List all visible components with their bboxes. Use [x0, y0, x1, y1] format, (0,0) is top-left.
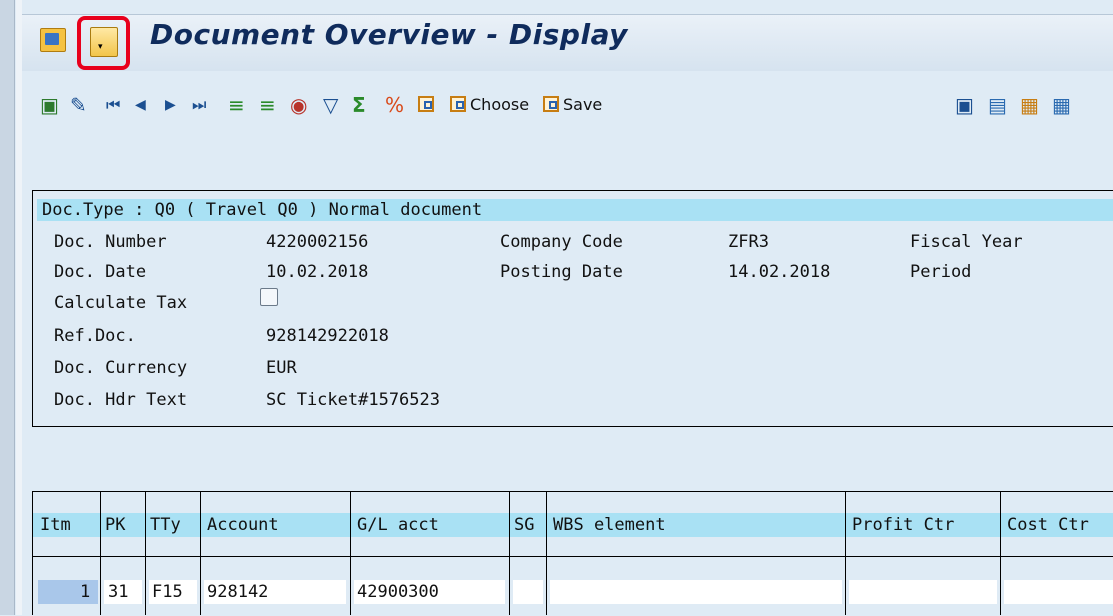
table-cell-wbs[interactable]	[550, 580, 842, 604]
choose-layout-icon[interactable]	[450, 96, 466, 112]
doc-number-value: 4220002156	[266, 232, 369, 252]
find-icon[interactable]: ◉	[290, 92, 307, 118]
sort-ascending-icon[interactable]: ≡	[228, 92, 245, 118]
edit-pencil-icon[interactable]: ✎	[70, 92, 87, 118]
col-header-tty[interactable]: TTy	[150, 514, 181, 536]
col-header-account[interactable]: Account	[207, 514, 279, 536]
col-header-profit-ctr[interactable]: Profit Ctr	[852, 514, 954, 536]
col-header-cost-ctr[interactable]: Cost Ctr	[1007, 514, 1089, 536]
doc-currency-label: Doc. Currency	[54, 358, 188, 378]
last-page-icon[interactable]: ⏭	[192, 92, 206, 118]
save-layout-icon[interactable]	[543, 96, 559, 112]
table-col-divider	[509, 491, 510, 615]
posting-date-label: Posting Date	[500, 262, 623, 282]
spreadsheet-icon[interactable]: ▦	[1052, 92, 1071, 118]
col-header-sg[interactable]: SG	[514, 514, 534, 536]
highlight-marker	[77, 16, 130, 70]
display-change-icon[interactable]: ▣	[40, 92, 59, 118]
local-file-icon[interactable]: ▤	[988, 92, 1007, 118]
row-gl-acct: 42900300	[357, 582, 439, 602]
table-col-divider	[100, 491, 101, 615]
ref-doc-value: 928142922018	[266, 326, 389, 346]
previous-page-icon[interactable]: ◀	[135, 92, 146, 118]
period-label: Period	[910, 262, 972, 282]
col-header-pk[interactable]: PK	[105, 514, 125, 536]
layout-icon[interactable]	[418, 96, 434, 112]
sum-icon[interactable]: Σ	[352, 92, 366, 118]
company-code-label: Company Code	[500, 232, 623, 252]
doc-number-label: Doc. Number	[54, 232, 167, 252]
doc-hdr-text-value: SC Ticket#1576523	[266, 390, 440, 410]
table-col-divider	[845, 491, 846, 615]
row-account: 928142	[207, 582, 269, 602]
first-page-icon[interactable]: ⏮	[106, 92, 120, 118]
col-header-wbs-element[interactable]: WBS element	[553, 514, 666, 536]
sap-app-icon[interactable]	[40, 28, 66, 52]
window-frame-left	[0, 0, 15, 615]
office-integration-icon[interactable]: ▦	[1020, 92, 1039, 118]
doc-date-label: Doc. Date	[54, 262, 147, 282]
row-pk: 31	[108, 582, 129, 602]
doc-date-value: 10.02.2018	[266, 262, 369, 282]
col-header-gl-acct[interactable]: G/L acct	[357, 514, 439, 536]
table-cell-sg[interactable]	[513, 580, 543, 604]
save-button[interactable]: Save	[563, 92, 602, 118]
table-col-divider	[200, 491, 201, 615]
sort-descending-icon[interactable]: ≡	[259, 92, 276, 118]
table-cell-profit-ctr[interactable]	[849, 580, 997, 604]
fiscal-year-label: Fiscal Year	[910, 232, 1023, 252]
calculate-tax-checkbox[interactable]	[260, 288, 278, 306]
table-header-separator	[32, 556, 1113, 557]
document-header-panel	[32, 190, 1113, 427]
table-col-divider	[32, 491, 33, 615]
posting-date-value: 14.02.2018	[728, 262, 831, 282]
col-header-itm[interactable]: Itm	[40, 514, 71, 536]
table-col-divider	[1000, 491, 1001, 615]
export-icon[interactable]: ▣	[955, 92, 974, 118]
calculate-tax-label: Calculate Tax	[54, 293, 188, 313]
doc-currency-value: EUR	[266, 358, 297, 378]
next-page-icon[interactable]: ▶	[165, 92, 176, 118]
subtotal-icon[interactable]: %	[385, 92, 404, 118]
table-col-divider	[350, 491, 351, 615]
row-itm: 1	[80, 582, 91, 602]
row-tty: F15	[152, 582, 183, 602]
company-code-value: ZFR3	[728, 232, 769, 252]
filter-icon[interactable]: ▽	[323, 92, 338, 118]
ref-doc-label: Ref.Doc.	[54, 326, 136, 346]
table-col-divider	[546, 491, 547, 615]
choose-button[interactable]: Choose	[470, 92, 529, 118]
doc-type-line: Doc.Type : Q0 ( Travel Q0 ) Normal docum…	[42, 200, 483, 220]
table-cell-cost-ctr[interactable]	[1004, 580, 1113, 604]
table-col-divider	[145, 491, 146, 615]
doc-hdr-text-label: Doc. Hdr Text	[54, 390, 188, 410]
window-title: Document Overview - Display	[150, 18, 628, 51]
